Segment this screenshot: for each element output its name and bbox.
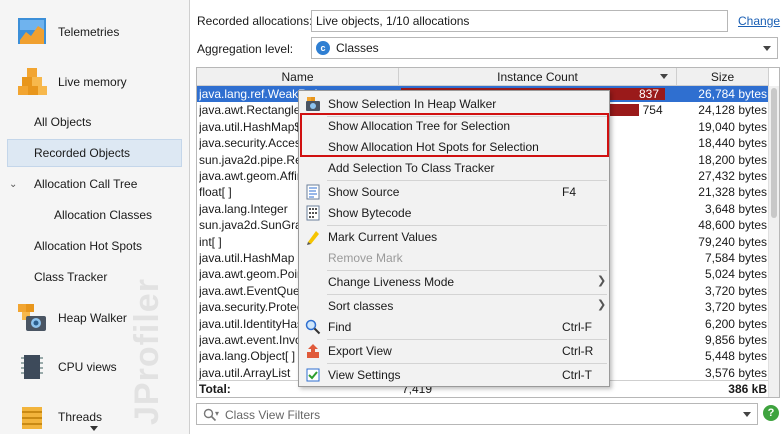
- mark-icon: [307, 231, 319, 245]
- sidebar-item-label: Allocation Call Tree: [34, 177, 138, 191]
- menu-item-change-liveness-mode[interactable]: Change Liveness Mode ❯: [299, 271, 609, 293]
- recorded-allocations-label: Recorded allocations:: [197, 14, 313, 28]
- section-label: CPU views: [58, 360, 117, 374]
- menu-item-add-to-class-tracker[interactable]: Add Selection To Class Tracker: [299, 157, 609, 179]
- class-view-filter[interactable]: ▾ Class View Filters: [196, 403, 758, 425]
- submenu-arrow-icon: ❯: [597, 275, 607, 287]
- size-value: 7,584 bytes: [704, 251, 767, 265]
- submenu-arrow-icon: ❯: [597, 299, 607, 311]
- total-size: 386 kB: [728, 382, 767, 396]
- menu-item-remove-mark[interactable]: Remove Mark: [299, 247, 609, 269]
- size-value: 24,128 bytes: [698, 103, 767, 118]
- aggregation-level-value: Classes: [336, 41, 379, 55]
- sidebar-item-allocation-call-tree[interactable]: ⌄ Allocation Call Tree: [7, 170, 182, 198]
- size-value: 26,784 bytes: [698, 87, 767, 101]
- cpu-views-icon: [21, 355, 43, 379]
- column-header-name[interactable]: Name: [197, 68, 399, 86]
- size-value: 5,024 bytes: [704, 267, 767, 282]
- aggregation-level-select[interactable]: c Classes: [311, 37, 778, 59]
- sidebar-item-allocation-classes[interactable]: Allocation Classes: [7, 201, 182, 229]
- menu-item-export-view[interactable]: Export View Ctrl-R: [299, 340, 609, 362]
- size-value: 9,856 bytes: [704, 333, 767, 347]
- size-value: 3,648 bytes: [704, 201, 767, 216]
- sidebar-item-allocation-hot-spots[interactable]: Allocation Hot Spots: [7, 232, 182, 260]
- size-value: 3,576 bytes: [704, 365, 767, 380]
- instance-count: 837: [639, 87, 660, 101]
- size-value: 5,448 bytes: [704, 349, 767, 364]
- aggregation-level-label: Aggregation level:: [197, 42, 294, 56]
- bytecode-icon: [306, 205, 320, 221]
- size-value: 3,720 bytes: [704, 300, 767, 315]
- table-scrollbar[interactable]: [768, 86, 779, 397]
- menu-item-view-settings[interactable]: View Settings Ctrl-T: [299, 364, 609, 386]
- scrollbar-thumb[interactable]: [771, 88, 777, 218]
- size-value: 48,600 bytes: [698, 218, 767, 233]
- source-icon: [306, 184, 320, 200]
- sidebar-item-label: Class Tracker: [34, 270, 108, 284]
- menu-item-show-bytecode[interactable]: Show Bytecode: [299, 202, 609, 224]
- section-label: Telemetries: [58, 25, 120, 39]
- menu-item-sort-classes[interactable]: Sort classes ❯: [299, 295, 609, 317]
- instance-count: 754: [642, 103, 663, 118]
- chevron-down-icon: [763, 46, 771, 51]
- recorded-allocations-field: Live objects, 1/10 allocations: [311, 10, 728, 32]
- telemetries-icon: [18, 18, 46, 44]
- size-value: 18,200 bytes: [698, 152, 767, 167]
- section-label: Live memory: [58, 75, 127, 89]
- highlight-box: [300, 113, 609, 157]
- change-link[interactable]: Change: [738, 14, 780, 28]
- threads-icon: [22, 407, 42, 429]
- section-live-memory[interactable]: Live memory: [0, 62, 189, 102]
- size-value: 79,240 bytes: [698, 234, 767, 249]
- sidebar: JProfiler Telemetries Live memory All Ob…: [0, 0, 190, 434]
- menu-item-show-source[interactable]: Show Source F4: [299, 181, 609, 203]
- column-header-size[interactable]: Size: [677, 68, 769, 86]
- size-value: 27,432 bytes: [698, 169, 767, 183]
- filter-dropdown-icon: ▾: [215, 409, 220, 418]
- size-value: 6,200 bytes: [704, 316, 767, 331]
- heap-walker-icon: [18, 304, 46, 331]
- sidebar-item-all-objects[interactable]: All Objects: [7, 108, 182, 136]
- sidebar-item-class-tracker[interactable]: Class Tracker: [7, 263, 182, 291]
- size-value: 21,328 bytes: [698, 185, 767, 200]
- sidebar-item-label: Recorded Objects: [34, 146, 131, 160]
- section-telemetries[interactable]: Telemetries: [0, 12, 189, 52]
- help-icon[interactable]: ?: [763, 405, 779, 421]
- section-heap-walker[interactable]: Heap Walker: [0, 298, 189, 338]
- settings-icon: [306, 368, 320, 382]
- menu-item-mark-current-values[interactable]: Mark Current Values: [299, 226, 609, 248]
- heap-walker-small-icon: [306, 97, 320, 111]
- section-label: Threads: [58, 410, 103, 424]
- section-label: Heap Walker: [58, 311, 127, 325]
- sidebar-item-label: Allocation Hot Spots: [34, 239, 143, 253]
- sidebar-item-label: All Objects: [34, 115, 92, 129]
- size-value: 3,720 bytes: [704, 283, 767, 298]
- scroll-down-icon[interactable]: [90, 426, 98, 431]
- menu-item-find[interactable]: Find Ctrl-F: [299, 316, 609, 338]
- find-icon: [305, 319, 321, 335]
- class-icon: c: [316, 41, 330, 55]
- size-value: 18,440 bytes: [698, 136, 767, 151]
- sidebar-item-recorded-objects[interactable]: Recorded Objects: [7, 139, 182, 167]
- recorded-allocations-value: Live objects, 1/10 allocations: [316, 14, 470, 28]
- filter-placeholder: Class View Filters: [225, 408, 321, 422]
- live-memory-icon: [18, 68, 47, 95]
- menu-item-show-selection-in-heap-walker[interactable]: Show Selection In Heap Walker: [299, 93, 609, 115]
- sort-descending-icon: [660, 74, 668, 79]
- size-value: 19,040 bytes: [698, 119, 767, 134]
- chevron-down-icon[interactable]: [743, 412, 751, 417]
- column-header-instance-count[interactable]: Instance Count: [399, 68, 677, 86]
- section-cpu-views[interactable]: CPU views: [0, 347, 189, 387]
- export-icon: [307, 344, 319, 358]
- chevron-down-icon[interactable]: ⌄: [9, 179, 17, 190]
- sidebar-item-label: Allocation Classes: [54, 208, 153, 222]
